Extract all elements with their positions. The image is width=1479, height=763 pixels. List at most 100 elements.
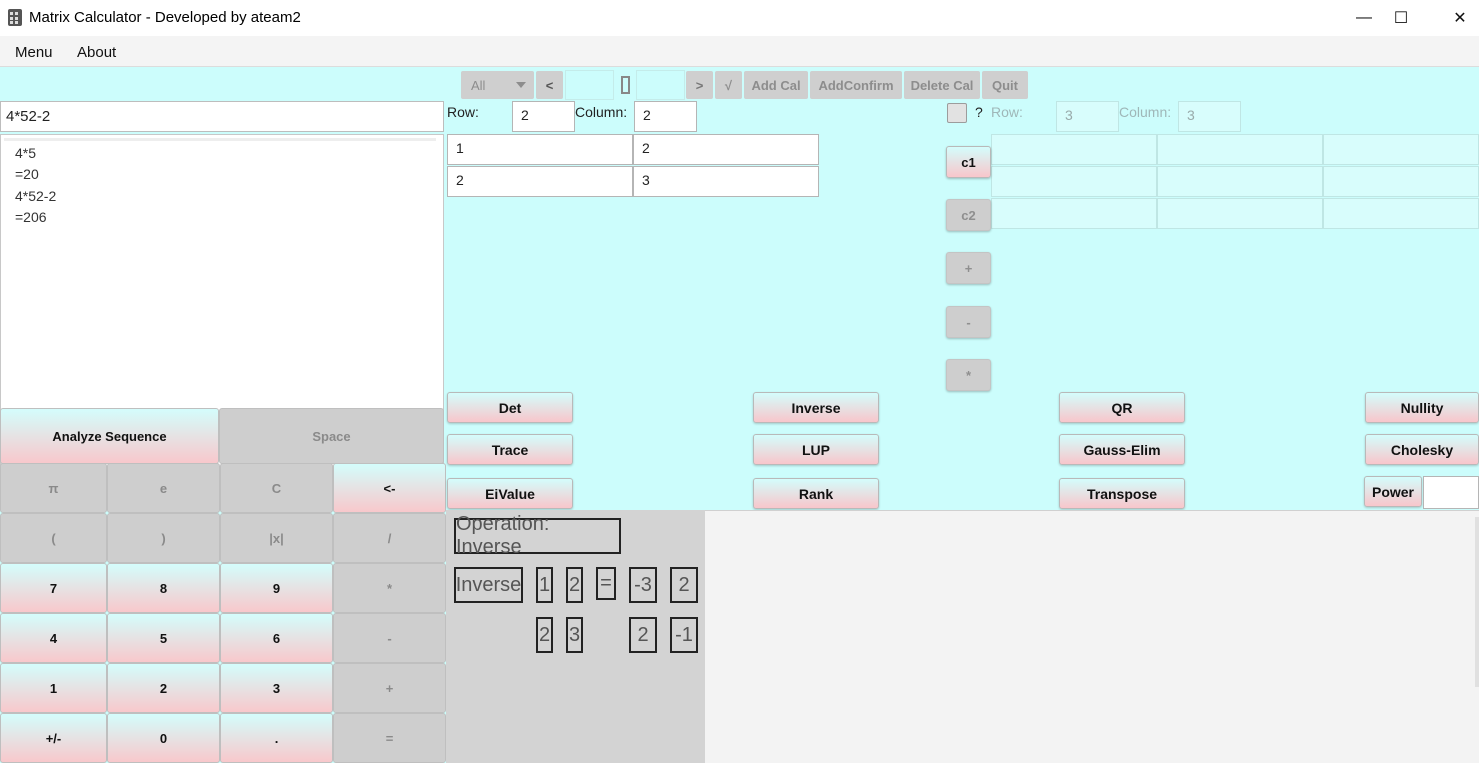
digit-5-button[interactable]: 5 (107, 613, 220, 663)
matrix2-cols-input[interactable]: 3 (1178, 101, 1241, 132)
inverse-button[interactable]: Inverse (753, 392, 879, 423)
digit-0-button[interactable]: 0 (107, 713, 220, 763)
output-matrix-cell: 2 (629, 617, 657, 653)
history-line: =206 (15, 209, 47, 225)
close-button[interactable]: ✕ (1437, 0, 1479, 36)
equals-button[interactable]: = (333, 713, 446, 763)
decimal-button[interactable]: . (220, 713, 333, 763)
left-paren-button[interactable]: ( (0, 513, 107, 563)
matrix2-cell[interactable] (1157, 134, 1323, 165)
matrix2-cell[interactable] (1157, 198, 1323, 229)
transpose-button[interactable]: Transpose (1059, 478, 1185, 509)
calc-total-field[interactable] (636, 70, 685, 100)
input-matrix-cell: 2 (566, 567, 583, 603)
c1-button[interactable]: c1 (946, 146, 991, 178)
matrix2-cell[interactable] (1323, 198, 1479, 229)
minus-button[interactable]: - (333, 613, 446, 663)
matrix1-cols-input[interactable]: 2 (634, 101, 697, 132)
add-cal-button[interactable]: Add Cal (744, 71, 808, 99)
scrollbar[interactable] (1475, 517, 1479, 687)
calc-select-value: All (471, 77, 486, 93)
sqrt-button[interactable]: √ (715, 71, 742, 99)
matrix2-cell[interactable] (1323, 134, 1479, 165)
power-input[interactable] (1423, 476, 1479, 509)
menu-menu[interactable]: Menu (15, 44, 53, 61)
pi-button[interactable]: π (0, 463, 107, 513)
matrix2-checkbox[interactable] (947, 103, 967, 123)
digit-1-button[interactable]: 1 (0, 663, 107, 713)
trace-button[interactable]: Trace (447, 434, 573, 465)
next-button[interactable]: > (686, 71, 713, 99)
calc-index-field[interactable] (565, 70, 614, 100)
title-bar: Matrix Calculator - Developed by ateam2 … (0, 0, 1479, 36)
power-button[interactable]: Power (1364, 476, 1422, 507)
matrix2-column-label: Column: (1119, 104, 1172, 120)
matrix1-cell[interactable]: 2 (633, 134, 819, 165)
operation-title: Operation: Inverse (454, 513, 621, 558)
det-button[interactable]: Det (447, 392, 573, 423)
digit-8-button[interactable]: 8 (107, 563, 220, 613)
backspace-button[interactable]: <- (333, 463, 446, 513)
calc-select[interactable]: All (461, 71, 534, 99)
delete-cal-button[interactable]: Delete Cal (904, 71, 980, 99)
cholesky-button[interactable]: Cholesky (1365, 434, 1479, 465)
digit-2-button[interactable]: 2 (107, 663, 220, 713)
next-label: > (695, 77, 704, 93)
matrix2-row-label: Row: (991, 104, 1023, 120)
rank-button[interactable]: Rank (753, 478, 879, 509)
gauss-elim-button[interactable]: Gauss-Elim (1059, 434, 1185, 465)
digit-9-button[interactable]: 9 (220, 563, 333, 613)
space-button[interactable]: Space (219, 408, 444, 464)
eivalue-button[interactable]: EiValue (447, 478, 573, 509)
divide-button[interactable]: / (333, 513, 446, 563)
maximize-button[interactable]: ☐ (1378, 0, 1424, 36)
matrix2-rows-input[interactable]: 3 (1056, 101, 1119, 132)
matrix1-cell[interactable]: 2 (447, 166, 633, 197)
chevron-down-icon (516, 82, 526, 88)
matrix-subtract-button[interactable]: - (946, 306, 991, 338)
prev-button[interactable]: < (536, 71, 563, 99)
output-matrix-cell: -1 (670, 617, 698, 653)
multiply-button[interactable]: * (333, 563, 446, 613)
result-panel: Operation: Inverse Inverse 1 2 2 3 = -3 … (446, 510, 705, 763)
matrix2-cell[interactable] (991, 166, 1157, 197)
matrix1-cell[interactable]: 1 (447, 134, 633, 165)
matrix2-cell[interactable] (1157, 166, 1323, 197)
qr-button[interactable]: QR (1059, 392, 1185, 423)
matrix2-cell[interactable] (991, 134, 1157, 165)
digit-3-button[interactable]: 3 (220, 663, 333, 713)
nullity-button[interactable]: Nullity (1365, 392, 1479, 423)
analyze-sequence-button[interactable]: Analyze Sequence (0, 408, 219, 464)
abs-button[interactable]: |x| (220, 513, 333, 563)
digit-6-button[interactable]: 6 (220, 613, 333, 663)
e-button[interactable]: e (107, 463, 220, 513)
c2-button[interactable]: c2 (946, 199, 991, 231)
negate-button[interactable]: +/- (0, 713, 107, 763)
menu-bar: Menu About (0, 36, 1479, 67)
expression-input[interactable]: 4*52-2 (0, 101, 444, 132)
matrix1-cell[interactable]: 3 (633, 166, 819, 197)
sqrt-label: √ (724, 77, 733, 93)
input-matrix-cell: 3 (566, 617, 583, 653)
clear-button[interactable]: C (220, 463, 333, 513)
right-paren-button[interactable]: ) (107, 513, 220, 563)
quit-label: Quit (992, 77, 1018, 93)
digit-4-button[interactable]: 4 (0, 613, 107, 663)
lup-button[interactable]: LUP (753, 434, 879, 465)
add-confirm-button[interactable]: AddConfirm (810, 71, 902, 99)
digit-7-button[interactable]: 7 (0, 563, 107, 613)
matrix2-cell[interactable] (1323, 166, 1479, 197)
matrix1-row-label: Row: (447, 104, 479, 120)
matrix-add-button[interactable]: + (946, 252, 991, 284)
plus-button[interactable]: + (333, 663, 446, 713)
add-cal-label: Add Cal (751, 77, 801, 93)
matrix-multiply-button[interactable]: * (946, 359, 991, 391)
menu-about[interactable]: About (77, 44, 116, 61)
matrix1-rows-input[interactable]: 2 (512, 101, 575, 132)
matrix1-column-label: Column: (575, 104, 628, 120)
matrix2-cell[interactable] (991, 198, 1157, 229)
quit-button[interactable]: Quit (982, 71, 1028, 99)
matrix2-check-label: ? (975, 104, 983, 120)
input-matrix-cell: 2 (536, 617, 553, 653)
history-line: 4*52-2 (15, 188, 57, 204)
